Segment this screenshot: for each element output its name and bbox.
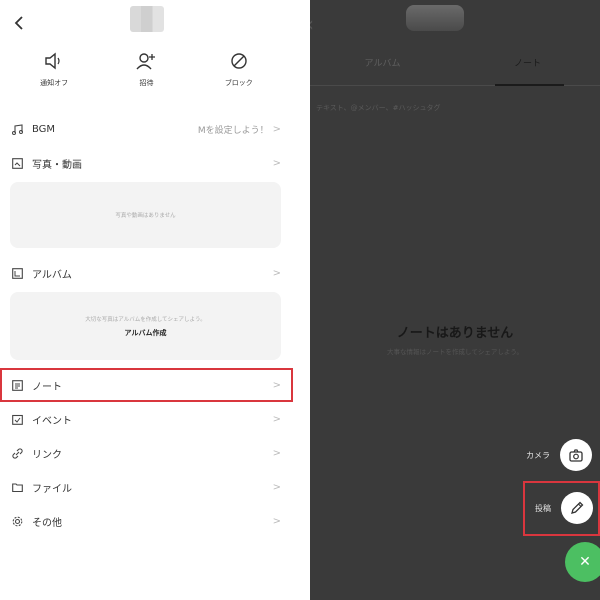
row-bgm[interactable]: BGM Mを設定しよう！ > — [0, 112, 293, 146]
empty-state-title: ノートはありません — [396, 326, 514, 341]
photo-icon — [11, 157, 23, 169]
photos-empty-text: 写真や動画はありません — [115, 213, 176, 219]
block-label: ブロック — [224, 79, 253, 87]
notes-tabs: アルバム ノート — [310, 48, 600, 86]
close-icon: ✕ — [579, 554, 591, 570]
link-label: リンク — [32, 449, 62, 461]
row-album[interactable]: アルバム > — [0, 256, 293, 290]
panel-divider — [293, 0, 310, 600]
album-empty-text: 大切な写真はアルバムを作成してシェアしよう。 — [85, 316, 206, 323]
pencil-icon — [571, 501, 584, 514]
post-fab-row: 投稿 — [535, 492, 593, 524]
bgm-setting-text: Mを設定しよう！ — [197, 125, 269, 136]
chat-settings-panel: 通知オフ 招待 ブロック BGM Mを設定しよう！ > 写真・動画 > 写真や動… — [0, 0, 293, 600]
speaker-icon — [43, 50, 65, 72]
chevron-left-icon[interactable]: ‹ — [310, 12, 314, 36]
chevron-right-icon: > — [272, 481, 281, 493]
row-event[interactable]: イベント > — [0, 402, 293, 436]
settings-list: BGM Mを設定しよう！ > 写真・動画 > 写真や動画はありません アルバム … — [0, 112, 293, 538]
file-label: ファイル — [32, 483, 72, 495]
row-link[interactable]: リンク > — [0, 436, 293, 470]
gear-icon — [11, 515, 23, 527]
post-label: 投稿 — [535, 503, 551, 513]
notes-header: ‹ — [310, 0, 600, 40]
camera-button[interactable] — [560, 439, 592, 471]
row-photos[interactable]: 写真・動画 > — [0, 146, 293, 180]
action-bar: 通知オフ 招待 ブロック — [0, 50, 293, 88]
chevron-right-icon: > — [272, 413, 281, 425]
chevron-right-icon: > — [272, 515, 281, 527]
mute-notifications-button[interactable]: 通知オフ — [14, 50, 94, 88]
folder-icon — [11, 481, 23, 493]
search-input[interactable]: テキスト、@メンバー、#ハッシュタグ — [316, 103, 440, 113]
camera-fab-row: カメラ — [526, 439, 592, 471]
note-label: ノート — [32, 381, 62, 393]
row-note[interactable]: ノート > — [0, 368, 293, 402]
create-album-button[interactable]: アルバム作成 — [125, 328, 167, 338]
photos-label: 写真・動画 — [32, 159, 82, 171]
back-button[interactable] — [8, 12, 30, 34]
album-empty-card: 大切な写真はアルバムを作成してシェアしよう。 アルバム作成 — [10, 292, 281, 360]
empty-state-subtitle: 大事な情報はノートを作成してシェアしよう。 — [387, 348, 523, 356]
block-button[interactable]: ブロック — [199, 50, 279, 88]
other-label: その他 — [32, 517, 62, 529]
photos-empty-card: 写真や動画はありません — [10, 182, 281, 248]
row-file[interactable]: ファイル > — [0, 470, 293, 504]
chevron-right-icon: > — [272, 447, 281, 459]
event-label: イベント — [32, 415, 72, 427]
invite-button[interactable]: 招待 — [106, 50, 186, 88]
calendar-icon — [11, 413, 23, 425]
avatar — [130, 6, 164, 32]
music-note-icon — [11, 123, 23, 135]
album-label: アルバム — [32, 269, 72, 281]
tab-note[interactable]: ノート — [455, 48, 600, 86]
chevron-left-icon — [14, 16, 23, 30]
post-button[interactable] — [561, 492, 593, 524]
bgm-label: BGM — [32, 123, 56, 135]
chevron-right-icon: > — [272, 267, 281, 279]
chevron-right-icon: > — [272, 379, 281, 391]
link-icon — [11, 447, 23, 459]
add-user-icon — [135, 50, 157, 72]
invite-label: 招待 — [139, 79, 154, 87]
camera-label: カメラ — [526, 450, 550, 460]
block-icon — [228, 50, 250, 72]
tab-album[interactable]: アルバム — [310, 48, 455, 85]
notes-screen: ‹ アルバム ノート テキスト、@メンバー、#ハッシュタグ ノートはありません … — [310, 0, 600, 600]
chevron-right-icon: > — [272, 157, 281, 169]
note-icon — [11, 379, 23, 391]
camera-icon — [569, 448, 583, 462]
row-other[interactable]: その他 > — [0, 504, 293, 538]
mute-label: 通知オフ — [40, 79, 69, 87]
avatar — [406, 5, 464, 31]
close-button[interactable]: ✕ — [565, 542, 600, 582]
album-icon — [11, 267, 23, 279]
chevron-right-icon: > — [272, 123, 281, 135]
